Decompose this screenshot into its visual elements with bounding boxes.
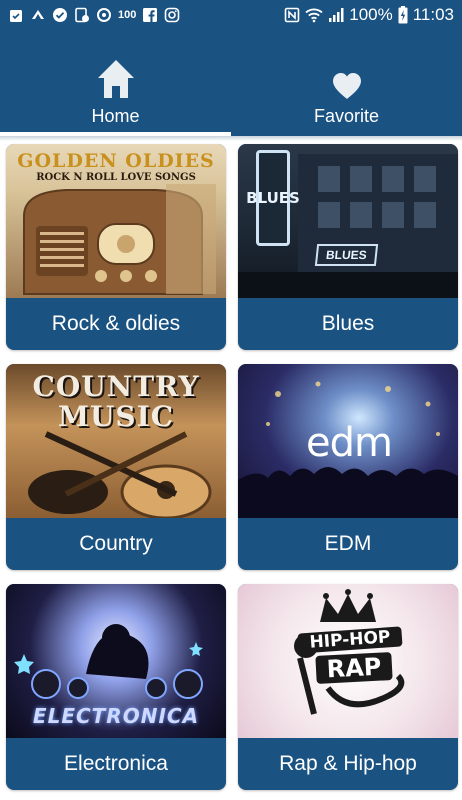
data-saver-icon [96,7,112,23]
battery-percent: 100% [349,5,393,24]
genre-image-rock-oldies: GOLDEN OLDIES ROCK N ROLL LOVE SONGS [6,144,226,298]
tab-favorite[interactable]: Favorite [231,30,462,136]
tab-bar-shadow [0,136,462,141]
genre-card-edm[interactable]: edm EDM [238,364,458,570]
nfc-icon [284,7,300,23]
art-title: COUNTRY MUSIC [32,370,200,433]
art-title: ELECTRONICA [32,704,200,728]
genre-label: Electronica [64,752,168,775]
art-title: edm [306,420,393,466]
art-title: BLUES [246,150,300,246]
tab-bar: Home Favorite [0,30,462,136]
system-status: 100% 11:03 [284,5,454,25]
check-circle-icon [52,7,68,23]
instagram-icon [164,7,180,23]
genre-grid: GOLDEN OLDIES ROCK N ROLL LOVE SONGS Roc… [6,144,458,790]
genre-image-country: COUNTRY MUSIC [6,364,226,518]
tab-home-label: Home [91,106,140,126]
genre-label: Blues [321,312,375,335]
signal-icon [328,7,344,23]
clipboard-check-icon [8,7,24,23]
art-subtitle: RAP [315,652,393,684]
genre-image-electronica: ELECTRONICA [6,584,226,738]
tab-home[interactable]: Home [0,30,231,136]
genre-card-blues[interactable]: BLUES BLUES Blues [238,144,458,350]
facebook-icon [142,7,158,23]
device-check-icon [74,7,90,23]
genre-card-rap-hiphop[interactable]: HIP-HOP RAP Rap & Hip-hop [238,584,458,790]
genre-image-edm: edm [238,364,458,518]
tab-favorite-label: Favorite [313,106,380,126]
genre-label: Country [79,532,153,555]
genre-image-rap-hiphop: HIP-HOP RAP [238,584,458,738]
art-subtitle: BLUES [314,244,378,266]
genre-card-rock-oldies[interactable]: GOLDEN OLDIES ROCK N ROLL LOVE SONGS Roc… [6,144,226,350]
genre-label: Rock & oldies [51,312,181,335]
battery-charging-icon [398,6,408,24]
home-icon [96,56,136,100]
badge-100-icon: 100 [118,9,137,21]
carrier-logo-icon [30,7,46,23]
heart-icon [332,56,362,100]
genre-card-country[interactable]: COUNTRY MUSIC Country [6,364,226,570]
vintage-radio-illustration [23,184,216,295]
status-bar: 100 100% 11:03 [0,0,462,30]
genre-label: Rap & Hip-hop [279,752,417,775]
genre-label: EDM [324,532,372,555]
genre-image-blues: BLUES BLUES [238,144,458,298]
wifi-icon [305,7,323,23]
genre-card-electronica[interactable]: ELECTRONICA Electronica [6,584,226,790]
notification-icons: 100 [8,7,180,23]
clock: 11:03 [412,5,454,24]
